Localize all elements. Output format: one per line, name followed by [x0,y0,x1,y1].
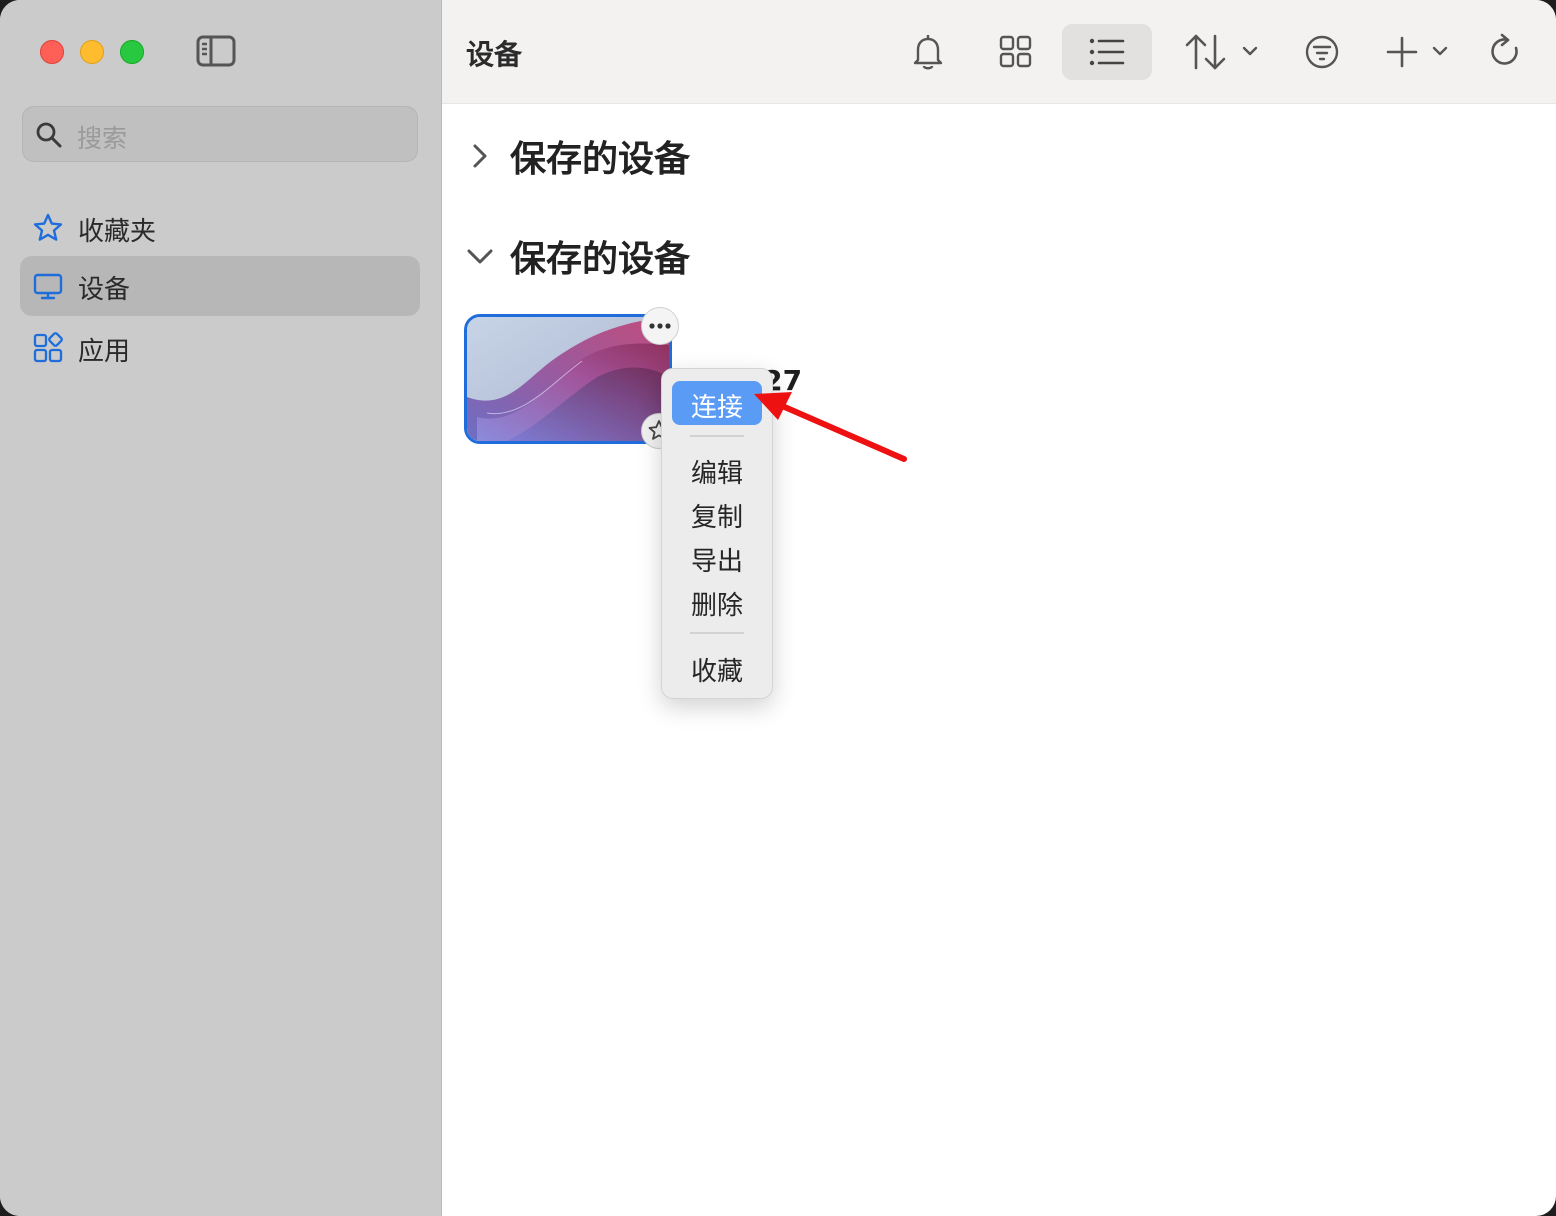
section-title: 保存的设备 [510,239,691,280]
app-window: 搜索 收藏夹 设备 应用 设备 保存的设备 保存的设备 连接 编辑 复制 导出 … [0,0,1556,1216]
page-title: 设备 [466,38,523,71]
apps-icon [32,332,64,364]
search-icon [35,121,63,149]
menu-item-label: 删除 [690,591,743,621]
menu-item-label: 复制 [690,503,743,533]
star-icon [32,212,64,244]
chevron-down-icon[interactable] [466,242,494,270]
bell-icon[interactable] [908,26,948,78]
sidebar-item-label: 设备 [78,275,131,305]
sidebar-item-devices[interactable]: 设备 [20,256,420,316]
sidebar: 搜索 收藏夹 设备 应用 [0,0,442,1216]
menu-item-label: 收藏 [690,657,743,687]
refresh-icon[interactable] [1486,26,1526,78]
sidebar-item-label: 应用 [78,337,131,367]
device-card[interactable] [464,314,672,444]
zoom-window-button[interactable] [120,40,144,64]
sidebar-item-label: 收藏夹 [78,217,157,247]
sidebar-toggle-icon[interactable] [196,34,236,68]
menu-item-label: 导出 [690,547,743,577]
search-placeholder: 搜索 [77,124,128,153]
close-window-button[interactable] [40,40,64,64]
section-title: 保存的设备 [510,139,691,180]
filter-icon[interactable] [1302,26,1342,78]
search-input[interactable]: 搜索 [22,106,418,162]
menu-item-delete[interactable]: 删除 [672,579,762,623]
chevron-right-icon[interactable] [466,142,494,170]
menu-item-favorite[interactable]: 收藏 [672,645,762,689]
menu-separator [690,435,744,437]
monitor-icon [32,270,64,302]
more-options-button[interactable] [641,307,679,345]
sidebar-item-apps[interactable]: 应用 [20,318,420,378]
sidebar-item-favorites[interactable]: 收藏夹 [20,198,420,258]
menu-item-export[interactable]: 导出 [672,535,762,579]
add-icon[interactable] [1382,26,1462,78]
menu-separator [690,632,744,634]
list-view-icon[interactable] [1062,24,1152,80]
menu-item-duplicate[interactable]: 复制 [672,491,762,535]
annotation-arrow-icon [754,392,907,462]
sort-icon[interactable] [1182,26,1262,78]
minimize-window-button[interactable] [80,40,104,64]
toolbar: 设备 [442,0,1556,104]
device-thumbnail [467,317,669,441]
grid-view-icon[interactable] [994,26,1038,78]
